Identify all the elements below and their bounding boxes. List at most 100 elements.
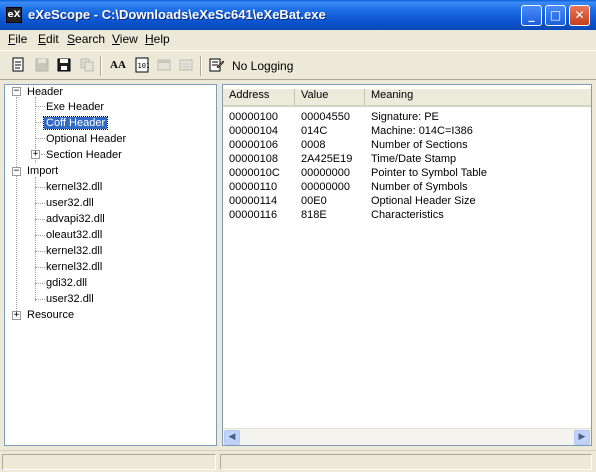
save-button[interactable]	[34, 57, 50, 73]
bitmap-button[interactable]	[178, 57, 194, 73]
cell-meaning: Number of Symbols	[371, 181, 468, 193]
tree-item-label: Coff Header	[42, 116, 109, 130]
scroll-left-button[interactable]: ◀	[224, 430, 240, 445]
table-row[interactable]: 00000106 0008 Number of Sections	[223, 138, 591, 152]
logging-status-label[interactable]: No Logging	[232, 59, 293, 73]
column-header-value[interactable]: Value	[295, 89, 365, 105]
cell-value: 2A425E19	[301, 153, 353, 165]
tree-item-header[interactable]: Header	[27, 85, 63, 99]
header-collapse-toggle[interactable]: −	[12, 87, 21, 96]
window-title: eXeScope - C:\Downloads\eXeSc641\eXeBat.…	[28, 7, 326, 22]
cell-value: 00000000	[301, 181, 350, 193]
tree-item-label: kernel32.dll	[46, 181, 103, 193]
cell-meaning: Pointer to Symbol Table	[371, 167, 487, 179]
tree-connector	[16, 97, 17, 317]
cell-value: 00004550	[301, 111, 350, 123]
new-button[interactable]	[10, 57, 26, 73]
tree-item-label: Optional Header	[46, 133, 127, 145]
menu-file[interactable]: File	[8, 32, 27, 46]
font-button[interactable]: AA	[108, 57, 128, 73]
maximize-icon: □	[549, 8, 562, 22]
binary-icon: 101	[135, 57, 150, 73]
menu-search-accel: S	[67, 32, 76, 46]
table-row[interactable]: 00000108 2A425E19 Time/Date Stamp	[223, 152, 591, 166]
tree-connector	[35, 235, 45, 236]
tree-item-label: advapi32.dll	[46, 213, 105, 225]
copy-icon	[80, 58, 94, 72]
chevron-left-icon: ◀	[228, 432, 236, 442]
tree-item-label: user32.dll	[46, 293, 94, 305]
status-panel-left	[2, 454, 216, 470]
close-icon: ✕	[574, 8, 585, 22]
logging-icon	[209, 58, 225, 72]
copy-button[interactable]	[79, 57, 95, 73]
tree-item-section-header[interactable]: Section Header	[46, 148, 122, 162]
menu-search[interactable]: Search	[67, 32, 105, 46]
close-button[interactable]: ✕	[569, 5, 590, 26]
tree-item-exe-header[interactable]: Exe Header	[46, 100, 104, 114]
cell-meaning: Optional Header Size	[371, 195, 476, 207]
tree-item-label: Import	[27, 165, 59, 177]
table-row[interactable]: 00000104 014C Machine: 014C=I386	[223, 124, 591, 138]
tree-item-import-dll[interactable]: oleaut32.dll	[46, 228, 102, 242]
menu-view-label: iew	[119, 32, 138, 46]
tree-item-import-dll[interactable]: user32.dll	[46, 196, 94, 210]
cell-meaning: Characteristics	[371, 209, 444, 221]
cell-address: 0000010C	[229, 167, 280, 179]
tree-item-coff-header[interactable]: Coff Header	[42, 116, 109, 130]
menu-search-label: earch	[75, 32, 106, 46]
tree-item-label: kernel32.dll	[46, 245, 103, 257]
maximize-button[interactable]: □	[545, 5, 566, 26]
scroll-right-button[interactable]: ▶	[574, 430, 590, 445]
tree-item-import-dll[interactable]: advapi32.dll	[46, 212, 105, 226]
tree-item-label: user32.dll	[46, 197, 94, 209]
tree-item-resource[interactable]: Resource	[27, 308, 74, 322]
tree-item-import-dll[interactable]: gdi32.dll	[46, 276, 87, 290]
save-icon	[35, 58, 49, 72]
binary-button[interactable]: 101	[134, 57, 150, 73]
save-all-button[interactable]	[56, 57, 72, 73]
dialog-button[interactable]	[156, 57, 172, 73]
section-header-expand-toggle[interactable]: +	[31, 150, 40, 159]
cell-address: 00000100	[229, 111, 278, 123]
chevron-right-icon: ▶	[578, 432, 586, 442]
column-header-meaning[interactable]: Meaning	[365, 89, 591, 105]
import-collapse-toggle[interactable]: −	[12, 167, 21, 176]
table-row[interactable]: 00000110 00000000 Number of Symbols	[223, 180, 591, 194]
menu-help[interactable]: Help	[145, 32, 170, 46]
tree-item-import-dll[interactable]: kernel32.dll	[46, 260, 102, 274]
title-bar[interactable]: eX eXeScope - C:\Downloads\eXeSc641\eXeB…	[0, 0, 596, 30]
resource-tree[interactable]: − Header Exe Header Coff Header Optional…	[4, 84, 217, 446]
tree-item-optional-header[interactable]: Optional Header	[46, 132, 126, 146]
toolbar: AA 101 No Logging	[0, 50, 596, 80]
tree-connector	[35, 251, 45, 252]
tree-item-import-dll[interactable]: kernel32.dll	[46, 244, 102, 258]
tree-connector	[35, 203, 45, 204]
horizontal-scrollbar[interactable]: ◀ ▶	[223, 428, 591, 445]
tree-connector	[35, 299, 45, 300]
menu-view[interactable]: View	[112, 32, 138, 46]
cell-value: 014C	[301, 125, 328, 137]
app-icon[interactable]: eX	[6, 7, 22, 23]
table-row[interactable]: 00000114 00E0 Optional Header Size	[223, 194, 591, 208]
menu-edit-label: dit	[46, 32, 59, 46]
tree-item-import[interactable]: Import	[27, 164, 58, 178]
cell-address: 00000104	[229, 125, 278, 137]
cell-address: 00000114	[229, 195, 278, 207]
table-row[interactable]: 00000100 00004550 Signature: PE	[223, 110, 591, 124]
table-row[interactable]: 00000116 818E Characteristics	[223, 208, 591, 222]
tree-item-import-dll[interactable]: user32.dll	[46, 292, 94, 306]
minimize-button[interactable]: _	[521, 5, 542, 26]
menu-edit[interactable]: Edit	[38, 32, 59, 46]
tree-connector	[35, 283, 45, 284]
list-header: Address Value Meaning	[223, 89, 591, 107]
table-row[interactable]: 0000010C 00000000 Pointer to Symbol Tabl…	[223, 166, 591, 180]
logging-button[interactable]	[208, 57, 225, 73]
header-details-list[interactable]: Address Value Meaning 00000100 00004550 …	[222, 84, 592, 446]
tree-item-import-dll[interactable]: kernel32.dll	[46, 180, 102, 194]
menu-view-accel: V	[112, 32, 120, 46]
menu-file-label: ile	[15, 32, 28, 46]
column-header-address[interactable]: Address	[223, 89, 295, 105]
tree-item-label: Section Header	[46, 149, 122, 161]
resource-expand-toggle[interactable]: +	[12, 311, 21, 320]
